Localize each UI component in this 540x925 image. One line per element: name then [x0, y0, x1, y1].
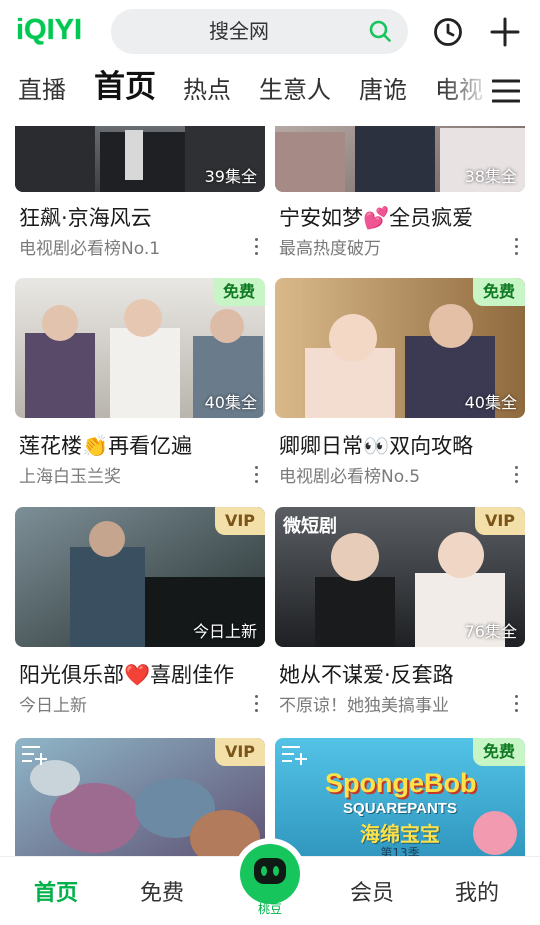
nav-home[interactable]: 首页: [34, 875, 78, 907]
video-card[interactable]: 免费 40集全 卿卿日常👀双向攻略 电视剧必看榜No.5: [275, 278, 525, 488]
video-title[interactable]: 莲花楼👏再看亿遍: [19, 430, 192, 460]
taodou-icon: [240, 844, 300, 904]
search-icon[interactable]: [368, 19, 392, 43]
video-thumbnail[interactable]: 免费 40集全: [15, 278, 265, 418]
video-thumbnail[interactable]: SpongeBob SQUAREPANTS 海绵宝宝 第13季 免费: [275, 738, 525, 856]
video-subtitle: 最高热度破万: [279, 239, 381, 259]
nav-vip[interactable]: 会员: [350, 875, 394, 907]
video-subtitle: 不原谅！她独美搞事业: [279, 696, 449, 716]
watermark-label: 微短剧: [283, 516, 337, 537]
spongebob-chinese-title: 海绵宝宝: [360, 822, 440, 846]
more-icon[interactable]: [509, 693, 525, 715]
nav-mine[interactable]: 我的: [455, 875, 499, 907]
video-card[interactable]: SpongeBob SQUAREPANTS 海绵宝宝 第13季 免费: [275, 738, 525, 856]
free-badge: 免费: [472, 278, 525, 306]
video-thumbnail[interactable]: 38集全: [275, 126, 525, 192]
tab-live[interactable]: 直播: [18, 72, 66, 108]
history-icon[interactable]: [433, 17, 463, 47]
episode-count: 39集全: [204, 167, 257, 186]
top-bar: iQIYI 搜全网: [0, 0, 540, 66]
video-feed: 39集全 狂飙·京海风云 电视剧必看榜No.1 38集全 宁安如梦💕全员疯爱 最…: [0, 126, 540, 856]
spongebob-logo: SpongeBob: [325, 768, 477, 798]
video-subtitle: 上海白玉兰奖: [19, 467, 121, 487]
tab-home[interactable]: 首页: [94, 69, 156, 105]
video-card[interactable]: VIP 今日上新 阳光俱乐部❤️喜剧佳作 今日上新: [15, 507, 265, 717]
vip-badge: VIP: [214, 738, 265, 766]
video-card[interactable]: 微短剧 VIP 76集全 她从不谋爱·反套路 不原谅！她独美搞事业: [275, 507, 525, 717]
menu-icon[interactable]: [492, 78, 520, 104]
episode-count: 40集全: [204, 393, 257, 412]
add-to-list-icon[interactable]: [281, 744, 307, 766]
season-label: 第13季: [380, 846, 420, 856]
video-card[interactable]: 免费 40集全 莲花楼👏再看亿遍 上海白玉兰奖: [15, 278, 265, 488]
video-title[interactable]: 狂飙·京海风云: [19, 202, 152, 232]
video-title[interactable]: 她从不谋爱·反套路: [279, 659, 454, 689]
episode-count: 38集全: [464, 167, 517, 186]
video-card[interactable]: 38集全 宁安如梦💕全员疯爱 最高热度破万: [275, 126, 525, 259]
video-title[interactable]: 卿卿日常👀双向攻略: [279, 430, 473, 460]
vip-badge: VIP: [214, 507, 265, 535]
more-icon[interactable]: [509, 236, 525, 258]
video-subtitle: 电视剧必看榜No.1: [19, 239, 161, 259]
free-badge: 免费: [212, 278, 265, 306]
video-subtitle: 今日上新: [19, 696, 87, 716]
video-title[interactable]: 阳光俱乐部❤️喜剧佳作: [19, 659, 234, 689]
update-status: 今日上新: [192, 622, 257, 641]
video-thumbnail[interactable]: 39集全: [15, 126, 265, 192]
video-thumbnail[interactable]: 免费 40集全: [275, 278, 525, 418]
video-card[interactable]: VIP: [15, 738, 265, 856]
video-thumbnail[interactable]: 微短剧 VIP 76集全: [275, 507, 525, 647]
video-card[interactable]: 39集全 狂飙·京海风云 电视剧必看榜No.1: [15, 126, 265, 259]
plus-icon[interactable]: [490, 17, 520, 47]
nav-taodou-button[interactable]: 桃豆: [234, 838, 306, 916]
vip-badge: VIP: [474, 507, 525, 535]
search-box[interactable]: 搜全网: [111, 9, 408, 54]
more-icon[interactable]: [249, 464, 265, 486]
iqiyi-logo[interactable]: iQIYI: [16, 14, 82, 47]
tab-tanggui[interactable]: 唐诡: [359, 72, 407, 108]
tabs-fade: [442, 66, 492, 118]
more-icon[interactable]: [249, 693, 265, 715]
more-icon[interactable]: [249, 236, 265, 258]
tab-hot[interactable]: 热点: [183, 72, 231, 108]
channel-tabs: 直播 首页 热点 生意人 唐诡 电视: [0, 66, 540, 118]
spongebob-subtitle: SQUAREPANTS: [343, 800, 457, 817]
video-thumbnail[interactable]: VIP: [15, 738, 265, 856]
search-placeholder: 搜全网: [209, 19, 269, 43]
episode-count: 40集全: [464, 393, 517, 412]
episode-count: 76集全: [464, 622, 517, 641]
add-to-list-icon[interactable]: [21, 744, 47, 766]
nav-free[interactable]: 免费: [140, 875, 184, 907]
video-thumbnail[interactable]: VIP 今日上新: [15, 507, 265, 647]
free-badge: 免费: [472, 738, 525, 766]
video-title[interactable]: 宁安如梦💕全员疯爱: [279, 202, 473, 232]
more-icon[interactable]: [509, 464, 525, 486]
nav-taodou-label: 桃豆: [257, 902, 282, 916]
tab-businessman[interactable]: 生意人: [259, 72, 331, 108]
video-subtitle: 电视剧必看榜No.5: [279, 467, 421, 487]
